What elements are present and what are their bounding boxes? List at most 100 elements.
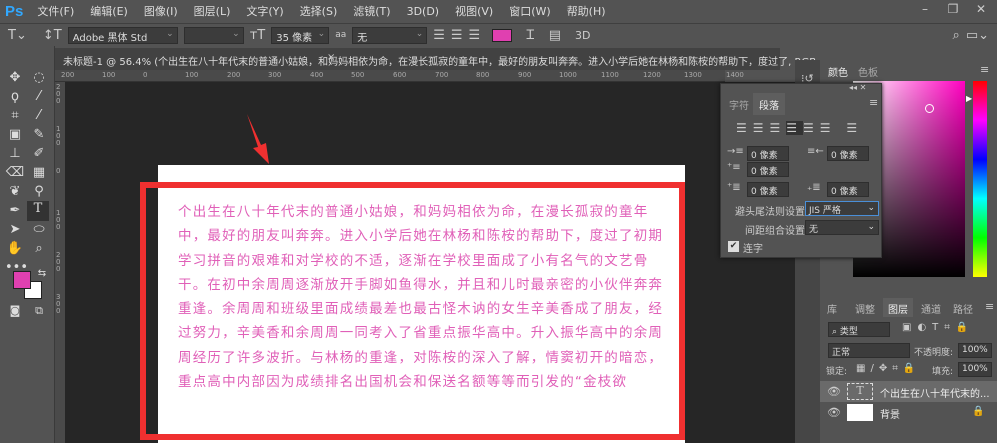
foreground-color-swatch[interactable] — [13, 271, 31, 289]
layer-row-background[interactable]: 👁 背景 🔒 — [820, 402, 997, 423]
tab-layers[interactable]: 图层 — [883, 298, 913, 317]
close-button[interactable]: ✕ — [966, 2, 996, 20]
hue-slider[interactable] — [973, 81, 987, 277]
align-right-icon[interactable]: ☰ — [469, 28, 481, 43]
tab-paragraph[interactable]: 段落 — [753, 93, 785, 115]
layer-name[interactable]: 个出生在八十年代末的... — [880, 385, 990, 400]
document-tab[interactable]: 未标题-1 @ 56.4% (个出生在八十年代末的普通小姑娘，和妈妈相依为命，在… — [55, 48, 826, 70]
font-family-select[interactable]: Adobe 黑体 Std ⌄ — [67, 26, 178, 44]
tab-paths[interactable]: 路径 — [948, 298, 978, 317]
warp-text-icon[interactable]: Ꮖ — [526, 28, 535, 43]
close-tab-icon[interactable]: × — [327, 52, 335, 63]
minimize-button[interactable]: – — [910, 2, 940, 20]
antialias-select[interactable]: 无 ⌄ — [352, 26, 428, 44]
space-before-input[interactable]: 0 像素 — [747, 182, 789, 197]
filter-icons[interactable]: ▣◐T⌗🔒 — [902, 322, 974, 333]
path-select-icon[interactable]: ➤ — [5, 222, 25, 240]
quick-mask-icon[interactable]: ◙ — [5, 304, 25, 322]
magic-wand-icon[interactable]: ⁄ — [29, 89, 49, 107]
hand-tool-icon[interactable]: ✋ — [5, 241, 25, 259]
lock-icons[interactable]: ▦/✥⌗🔒 — [856, 363, 920, 374]
lasso-tool-icon[interactable]: ϙ — [5, 89, 25, 107]
eraser-tool-icon[interactable]: ⌫ — [5, 165, 25, 183]
text-layer-content[interactable]: 个出生在八十年代末的普通小姑娘，和妈妈相依为命，在漫长孤寂的童年 中，最好的朋友… — [178, 200, 678, 394]
ruler-label: 0 — [143, 71, 148, 79]
menu-type[interactable]: 文字(Y) — [246, 3, 283, 19]
canvas-area[interactable]: 个出生在八十年代末的普通小姑娘，和妈妈相依为命，在漫长孤寂的童年 中，最好的朋友… — [65, 82, 800, 443]
opacity-input[interactable]: 100% — [958, 343, 992, 358]
visibility-eye-icon[interactable]: 👁 — [827, 406, 841, 419]
collapse-icon[interactable]: ◂◂ ✕ — [849, 83, 866, 92]
indent-first-input[interactable]: 0 像素 — [747, 162, 789, 177]
layer-filter-select[interactable]: ⌕ 类型 — [828, 322, 890, 337]
panel-menu-icon[interactable]: ≡ — [980, 63, 989, 76]
workspace-icon[interactable]: ▭⌄ — [966, 28, 989, 43]
hyphenate-checkbox[interactable]: ✔ — [728, 241, 739, 252]
crop-tool-icon[interactable]: ⌗ — [5, 108, 25, 126]
mojikumi-select[interactable]: 无 ⌄ — [805, 220, 879, 235]
marquee-tool-icon[interactable]: ◌ — [29, 70, 49, 88]
search-icon[interactable]: ⌕ — [953, 28, 960, 43]
dodge-tool-icon[interactable]: ⚲ — [29, 184, 49, 202]
type-tool-icon[interactable]: T — [27, 201, 49, 221]
align-center-icon[interactable]: ☰ — [451, 28, 463, 43]
layer-name[interactable]: 背景 — [880, 406, 900, 421]
menu-3d[interactable]: 3D(D) — [407, 5, 440, 18]
ellipse-tool-icon[interactable]: ⬭ — [29, 222, 49, 240]
menu-window[interactable]: 窗口(W) — [509, 3, 550, 19]
eyedropper-icon[interactable]: ⁄ — [29, 108, 49, 126]
pen-tool-icon[interactable]: ✒ — [5, 203, 25, 221]
tab-swatches[interactable]: 色板 — [852, 60, 884, 82]
text-color-swatch[interactable] — [492, 28, 513, 42]
restore-button[interactable]: ❐ — [938, 2, 968, 20]
menu-filter[interactable]: 滤镜(T) — [353, 3, 390, 19]
ruler-label: 1200 — [643, 71, 661, 79]
brush-tool-icon[interactable]: ✎ — [29, 127, 49, 145]
indent-left-input[interactable]: 0 像素 — [747, 146, 789, 161]
kinsoku-select[interactable]: JIS 严格 ⌄ — [805, 201, 879, 216]
menu-file[interactable]: 文件(F) — [37, 3, 74, 19]
menu-help[interactable]: 帮助(H) — [567, 3, 606, 19]
tab-adjustments[interactable]: 调整 — [850, 298, 880, 317]
menu-image[interactable]: 图像(I) — [144, 3, 178, 19]
tab-libraries[interactable]: 库 — [822, 298, 842, 317]
3d-button[interactable]: 3D — [575, 29, 590, 42]
healing-brush-icon[interactable]: ▣ — [5, 127, 25, 145]
type-tool-icon[interactable]: T⌄ — [8, 28, 27, 43]
menu-select[interactable]: 选择(S) — [300, 3, 338, 19]
stamp-tool-icon[interactable]: ⊥ — [5, 146, 25, 164]
zoom-tool-icon[interactable]: ⌕ — [29, 241, 49, 259]
blur-tool-icon[interactable]: ❦ — [5, 184, 25, 202]
fill-input[interactable]: 100% — [958, 362, 992, 377]
layer-row-text[interactable]: 👁 T 个出生在八十年代末的... — [820, 381, 997, 402]
toggle-orientation-icon[interactable]: ↕T — [43, 28, 62, 43]
menu-edit[interactable]: 编辑(E) — [90, 3, 128, 19]
space-after-input[interactable]: 0 像素 — [827, 182, 869, 197]
screen-mode-icon[interactable]: ⧉ — [29, 304, 49, 322]
tab-channels[interactable]: 通道 — [916, 298, 946, 317]
move-tool-icon[interactable]: ✥ — [5, 70, 25, 88]
swap-colors-icon[interactable]: ⇆ — [32, 268, 52, 286]
ruler-label: 100 — [102, 71, 116, 79]
chevron-down-icon: ⌄ — [867, 203, 875, 213]
gradient-tool-icon[interactable]: ▦ — [29, 165, 49, 183]
hue-slider-handle[interactable]: ▶ — [966, 94, 972, 103]
menu-layer[interactable]: 图层(L) — [194, 3, 231, 19]
visibility-eye-icon[interactable]: 👁 — [827, 385, 841, 398]
blend-mode-select[interactable]: 正常 — [828, 343, 910, 358]
color-picker-cursor[interactable] — [925, 104, 934, 113]
font-size-select[interactable]: 35 像素 ⌄ — [271, 26, 330, 44]
panel-menu-icon[interactable]: ≡ — [985, 300, 994, 313]
history-brush-icon[interactable]: ✐ — [29, 146, 49, 164]
align-left-icon[interactable]: ☰ — [433, 28, 445, 43]
tab-color[interactable]: 颜色 — [822, 60, 854, 82]
char-panel-icon[interactable]: ▤ — [549, 28, 561, 43]
panel-menu-icon[interactable]: ≡ — [869, 96, 878, 109]
space-after-icon: ₊≣ — [807, 182, 821, 193]
indent-right-input[interactable]: 0 像素 — [827, 146, 869, 161]
tab-character[interactable]: 字符 — [723, 93, 755, 115]
alignment-buttons[interactable]: ☰☰☰☰☰☰ ☰ — [736, 121, 863, 135]
font-style-select[interactable]: ⌄ — [183, 26, 244, 44]
kinsoku-label: 避头尾法则设置: — [735, 207, 809, 218]
menu-view[interactable]: 视图(V) — [455, 3, 493, 19]
